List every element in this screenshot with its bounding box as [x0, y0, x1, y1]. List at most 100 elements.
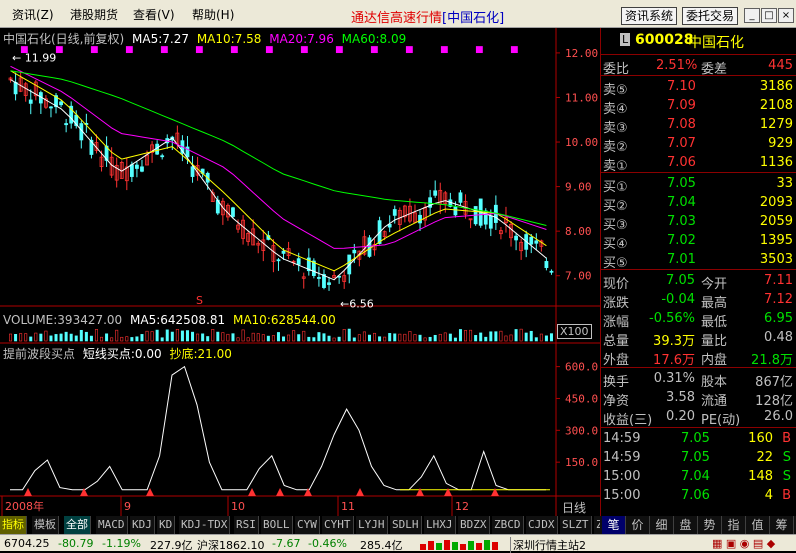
volume-bar [388, 333, 392, 342]
volume-bar [196, 333, 200, 342]
ask-volume: 929 [768, 136, 793, 151]
candle-body [190, 166, 195, 177]
close-button[interactable]: × [778, 8, 794, 23]
volume-bar [29, 336, 33, 342]
tick-time: 14:59 [603, 450, 641, 465]
panel-tab[interactable]: 细 [650, 516, 674, 534]
ind-tick-label: 450.0 [565, 392, 598, 405]
panel-tab[interactable]: 盘 [674, 516, 698, 534]
indicator-tab[interactable]: 指标 [0, 516, 27, 534]
indicator-tab[interactable]: BOLL [261, 516, 293, 534]
stat-row: 涨跌 -0.04 最高 7.12 [601, 290, 796, 311]
sh-pct: -1.19% [102, 537, 141, 550]
panel-tab[interactable]: 笔 [602, 516, 626, 534]
candle-body [544, 261, 549, 268]
indicator-tab[interactable]: RSI [234, 516, 259, 534]
buy-arrow [416, 488, 424, 496]
panel-tab[interactable]: 筹 [770, 516, 794, 534]
stock-title-row: L 600028 中国石化 [601, 30, 796, 52]
indicator-tab[interactable]: LHXJ [424, 516, 456, 534]
volume-bar [337, 336, 341, 342]
minimize-button[interactable]: _ [744, 8, 760, 23]
bid-price: 7.03 [667, 214, 696, 229]
menu-view[interactable]: 查看(V) [133, 6, 175, 23]
ind-tick-label: 600.0 [565, 361, 598, 374]
vol-ma10-label: MA10:628544.00 [232, 313, 336, 327]
stat-value: 17.6万 [653, 353, 695, 368]
stat-row: 换手 0.31% 股本 867亿 [601, 369, 796, 390]
bid-row: 买④ 7.02 1395 [601, 231, 796, 252]
stat-value: 0.31% [653, 371, 695, 386]
indicator-tab[interactable]: CJDX [526, 516, 558, 534]
weibi-value: 2.51% [656, 58, 698, 73]
candle-body [529, 236, 534, 245]
volume-bar [494, 331, 498, 342]
panel-tab[interactable]: 指 [722, 516, 746, 534]
volume-bar [241, 329, 245, 342]
kline-chart-area[interactable]: 12.00 11.00 10.00 9.00 8.00 7.00 600.0 450.0 300… [0, 28, 600, 516]
trade-button[interactable]: 委托交易 [682, 7, 739, 25]
volume-bar [24, 333, 28, 342]
stat-value: 0.20 [666, 409, 695, 424]
panel-tab[interactable]: 值 [746, 516, 770, 534]
panel-tab[interactable]: 价 [626, 516, 650, 534]
vol-ma5-label: MA5:642508.81 [130, 313, 226, 327]
menu-news[interactable]: 资讯(Z) [12, 6, 54, 23]
menu-help[interactable]: 帮助(H) [192, 6, 234, 23]
indicator-tab[interactable]: ZBCD [492, 516, 524, 534]
ma20-label: MA20:7.96 [269, 32, 334, 46]
y-tick-label: 11.00 [565, 91, 598, 104]
candle-body [64, 123, 69, 126]
high-label: ← 11.99 [12, 51, 56, 64]
stat-value: 7.11 [764, 273, 793, 288]
menu-hk-futures[interactable]: 港股期货 [70, 6, 118, 23]
candle-body [367, 237, 372, 257]
news-system-button[interactable]: 资讯系统 [621, 7, 678, 25]
buy-arrow [304, 488, 312, 496]
indicator-tab[interactable]: KDJ-TDX [179, 516, 231, 534]
kline-chart[interactable]: 12.00 11.00 10.00 9.00 8.00 7.00 600.0 450.0 300… [0, 28, 600, 516]
indicator-tab[interactable]: CYHT [322, 516, 354, 534]
indicator-tab[interactable]: KDJ [130, 516, 155, 534]
indicator-tab[interactable]: SDLH [390, 516, 422, 534]
volume-bar [408, 331, 412, 342]
volume-bar [469, 329, 473, 342]
buy-arrow [24, 488, 32, 496]
indicator-tab[interactable]: SLZT [560, 516, 592, 534]
ask-price: 7.08 [667, 117, 696, 132]
indicator-tab[interactable]: KD [157, 516, 176, 534]
tray-icons: ▦ ▣ ◉ ▤ ◆ [712, 537, 776, 550]
tick-row: 14:59 7.05 22 S [601, 448, 796, 467]
volume-bar [19, 333, 23, 342]
volume-bar [170, 331, 174, 342]
indicator-tab[interactable]: LYJH [356, 516, 388, 534]
bid-price: 7.02 [667, 233, 696, 248]
volume-bar [342, 329, 346, 342]
tick-direction: S [782, 469, 791, 484]
candle-body [453, 206, 458, 216]
bid-volume: 3503 [759, 252, 793, 267]
volume-bar [499, 330, 503, 342]
volume-bar [428, 336, 432, 342]
stat-row: 收益(三) 0.20 PE(动) 26.0 [601, 407, 796, 428]
panel-tab[interactable]: 势 [698, 516, 722, 534]
y-tick-label: 10.00 [565, 136, 598, 149]
indicator-tab[interactable]: BDZX [458, 516, 490, 534]
indicator-tab[interactable]: 模板 [32, 516, 59, 534]
stat-value: 0.48 [764, 330, 793, 345]
buy-arrow [248, 488, 256, 496]
volume-bar [39, 333, 43, 342]
volume-bar [287, 334, 291, 342]
volume-bar [549, 333, 553, 342]
volume-bar [145, 330, 149, 342]
ask-volume: 1279 [759, 117, 793, 132]
volume-bar [251, 332, 255, 342]
indicator-tab[interactable]: 全部 [64, 516, 91, 534]
y-tick-label: 7.00 [565, 270, 592, 283]
volume-bar [297, 334, 301, 342]
volume-bar [393, 333, 397, 342]
maximize-button[interactable]: □ [761, 8, 777, 23]
indicator-tab[interactable]: MACD [96, 516, 128, 534]
candle-body [392, 209, 397, 216]
indicator-tab[interactable]: CYW [295, 516, 320, 534]
